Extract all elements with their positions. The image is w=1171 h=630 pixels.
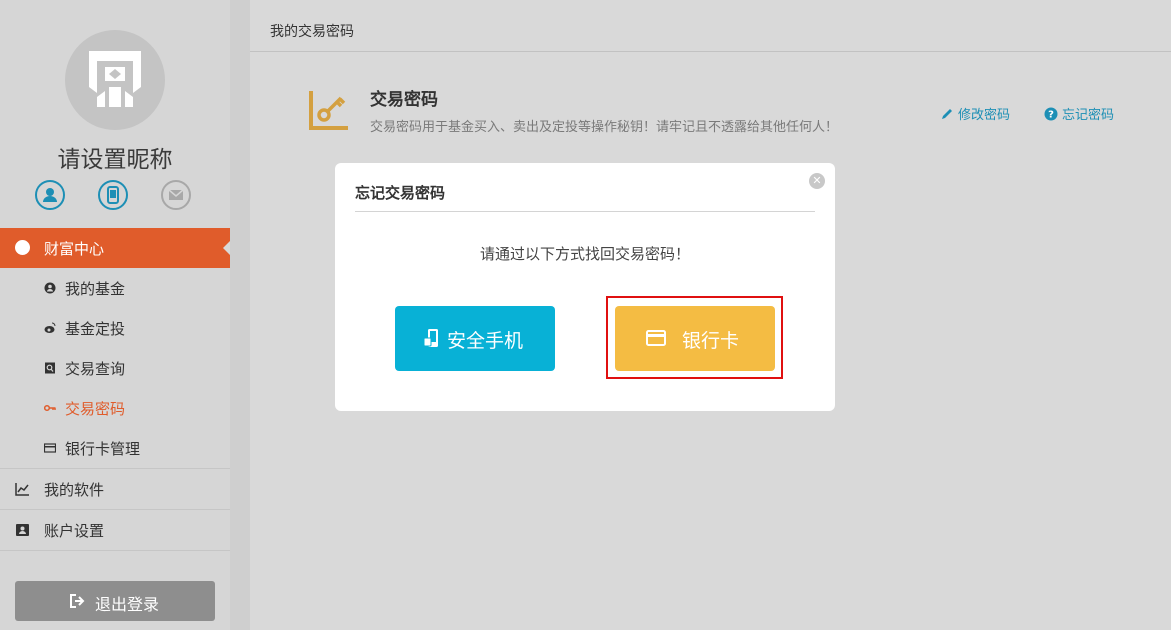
close-icon[interactable]: ✕: [809, 173, 825, 189]
verification-icons: [0, 180, 230, 214]
sidebar-item-account-settings[interactable]: 账户设置: [0, 509, 230, 550]
sidebar-item-bank-cards[interactable]: 银行卡管理: [0, 428, 230, 468]
logout-button[interactable]: 退出登录: [15, 581, 215, 621]
password-section-description: 交易密码用于基金买入、卖出及定投等操作秘钥！请牢记且不透露给其他任何人！: [370, 120, 839, 135]
modify-password-link[interactable]: 修改密码: [940, 104, 1010, 123]
chart-icon: [15, 483, 29, 496]
sidebar-item-label: 账户设置: [44, 522, 105, 540]
menu-wealth-center-label: 财富中心: [44, 240, 105, 258]
forgot-password-label: 忘记密码: [1062, 108, 1115, 123]
sidebar-divider: [0, 550, 230, 551]
page-title: 我的交易密码: [270, 24, 354, 40]
modal-message: 请通过以下方式找回交易密码！: [479, 245, 690, 263]
nickname[interactable]: 请设置昵称: [0, 140, 230, 174]
page-header: 我的交易密码: [250, 0, 1171, 52]
highlight-box: [606, 296, 783, 379]
sidebar-item-trade-password[interactable]: 交易密码: [0, 388, 230, 428]
sidebar-item-label: 交易密码: [65, 400, 126, 418]
password-section-title: 交易密码: [370, 90, 438, 110]
logout-label: 退出登录: [95, 595, 160, 614]
svg-text:?: ?: [1048, 110, 1054, 121]
menu-wealth-center[interactable]: 财富中心: [0, 228, 230, 268]
secure-phone-button[interactable]: 安全手机: [395, 306, 555, 371]
sidebar-item-label: 我的基金: [65, 280, 126, 298]
sidebar-item-label: 交易查询: [65, 360, 126, 378]
search-doc-icon: [45, 362, 55, 374]
question-circle-icon: ?: [1044, 107, 1058, 121]
mobile-lock-icon: [423, 329, 438, 347]
forgot-password-link[interactable]: ? 忘记密码: [1044, 104, 1114, 123]
key-icon: [44, 404, 56, 412]
sign-out-icon: [70, 594, 85, 608]
sidebar-item-my-funds[interactable]: 我的基金: [0, 268, 230, 308]
modal-title: 忘记交易密码: [355, 184, 446, 202]
active-arrow: [223, 241, 230, 255]
card-icon: [44, 443, 56, 453]
pencil-icon: [942, 109, 952, 119]
sidebar-gap: [230, 0, 250, 630]
sidebar-item-label: 我的软件: [44, 481, 105, 499]
id-card-icon: [16, 524, 29, 536]
modify-password-label: 修改密码: [958, 108, 1011, 123]
modal-divider: [355, 211, 815, 212]
sidebar-item-label: 银行卡管理: [65, 440, 141, 458]
user-circle-icon: [15, 240, 30, 255]
sidebar-item-fund-plan[interactable]: 基金定投: [0, 308, 230, 348]
sidebar-item-my-software[interactable]: 我的软件: [0, 468, 230, 509]
sidebar: 请设置昵称 财富中心 我的基金 基金定投 交易查询 交易密码 银行卡管理 我的软…: [0, 0, 230, 630]
bank-logo-icon: [89, 51, 141, 107]
password-key-chart-icon: [309, 91, 348, 130]
sidebar-item-label: 基金定投: [65, 320, 126, 338]
mail-icon[interactable]: [161, 180, 191, 210]
person-icon[interactable]: [35, 180, 65, 210]
sidebar-item-trade-query[interactable]: 交易查询: [0, 348, 230, 388]
user-circle-icon: [44, 282, 56, 294]
avatar[interactable]: [65, 30, 165, 130]
phone-icon[interactable]: [98, 180, 128, 210]
secure-phone-label: 安全手机: [447, 330, 524, 352]
weibo-icon: [44, 322, 56, 333]
